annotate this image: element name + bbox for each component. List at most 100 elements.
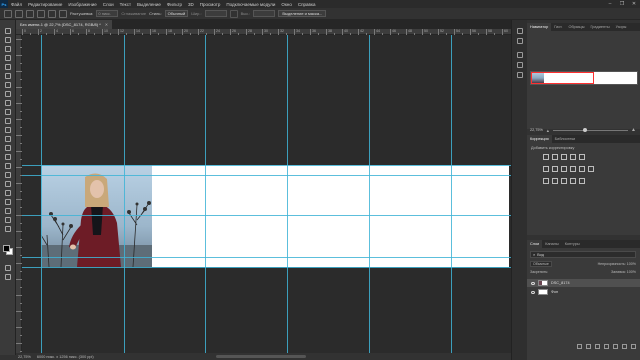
brush-tool-icon[interactable] [5,109,11,115]
lasso-tool-icon[interactable] [5,55,11,61]
delete-layer-icon[interactable] [631,344,636,349]
crop-tool-icon[interactable] [5,73,11,79]
brightness-icon[interactable] [543,154,549,160]
eyedropper-tool-icon[interactable] [5,91,11,97]
history-brush-tool-icon[interactable] [5,127,11,133]
tab-gradients[interactable]: Градиенты [587,23,612,31]
tab-histogram[interactable]: Гист. [551,23,565,31]
pen-tool-icon[interactable] [5,172,11,178]
subtract-selection-icon[interactable] [48,9,56,18]
tab-swatches[interactable]: Образцы [566,23,588,31]
photoshop-logo[interactable]: Ps [0,0,8,8]
vertical-guide[interactable] [41,35,42,353]
zoom-out-icon[interactable]: ▲ [546,128,550,133]
zoom-in-icon[interactable]: ▲ [631,127,636,133]
character-icon[interactable] [517,62,523,68]
new-adjustment-icon[interactable] [604,344,609,349]
navigator-zoom-value[interactable]: 22,75% [530,128,543,132]
invert-icon[interactable] [543,178,549,184]
menu-file[interactable]: Файл [8,2,25,7]
photo-filter-icon[interactable] [579,166,585,172]
new-group-icon[interactable] [613,344,618,349]
gradient-map-icon[interactable] [579,178,585,184]
dodge-tool-icon[interactable] [5,163,11,169]
fill-value[interactable]: 100% [627,270,636,274]
close-window-button[interactable]: ✕ [628,0,640,8]
horizontal-guide[interactable] [22,165,511,166]
intersect-selection-icon[interactable] [59,9,67,18]
clone-stamp-tool-icon[interactable] [5,118,11,124]
foreground-color-swatch[interactable] [3,245,10,252]
menu-help[interactable]: Справка [295,2,319,7]
swap-icon[interactable] [229,9,238,18]
menu-plugins[interactable]: Подключаемые модули [223,2,278,7]
navigator-view-box[interactable] [531,72,594,84]
eraser-tool-icon[interactable] [5,136,11,142]
posterize-icon[interactable] [552,178,558,184]
menu-3d[interactable]: 3D [185,2,197,7]
path-selection-tool-icon[interactable] [5,190,11,196]
healing-brush-tool-icon[interactable] [5,100,11,106]
vertical-guide[interactable] [287,35,288,353]
zoom-slider[interactable] [552,127,629,132]
gradient-tool-icon[interactable] [5,145,11,151]
navigator-preview[interactable] [530,71,638,85]
home-icon[interactable] [4,9,12,18]
history-icon[interactable] [517,28,523,34]
document-tab[interactable]: Без имени-1 @ 22,7% (DSC_8174, RGB/8) * … [16,20,113,29]
layer-style-icon[interactable] [586,344,591,349]
menu-edit[interactable]: Редактирование [25,2,65,7]
more-tools-icon[interactable] [5,226,11,232]
feather-input[interactable]: 0 пикс. [96,10,119,17]
screen-mode-icon[interactable] [5,274,11,280]
menu-filter[interactable]: Фильтр [164,2,185,7]
vertical-guide[interactable] [369,35,370,353]
tab-channels[interactable]: Каналы [542,240,561,248]
vertical-guide[interactable] [205,35,206,353]
exposure-icon[interactable] [570,154,576,160]
vibrance-icon[interactable] [543,166,549,172]
minimize-button[interactable]: – [604,0,616,8]
black-white-icon[interactable] [570,166,576,172]
rectangle-tool-icon[interactable] [5,199,11,205]
menu-image[interactable]: Изображение [65,2,99,7]
marquee-tool-icon[interactable] [5,46,11,52]
vertical-guide[interactable] [124,35,125,353]
hand-tool-icon[interactable] [5,208,11,214]
properties-icon[interactable] [517,38,523,44]
gradient-map-triangle-icon[interactable] [579,154,585,160]
artboard-tool-icon[interactable] [5,37,11,43]
status-zoom[interactable]: 22,75% [18,355,31,359]
magic-wand-tool-icon[interactable] [5,64,11,70]
threshold-icon[interactable] [561,178,567,184]
height-input[interactable] [253,10,276,17]
blur-tool-icon[interactable] [5,154,11,160]
brush-settings-icon[interactable] [517,52,523,58]
new-selection-icon[interactable] [26,9,34,18]
quick-mask-icon[interactable] [5,265,11,271]
menu-view[interactable]: Просмотр [197,2,224,7]
channel-mixer-icon[interactable] [588,166,594,172]
photo-layer-image[interactable] [41,165,152,267]
restore-button[interactable]: ❐ [616,0,628,8]
move-tool-icon[interactable] [5,28,11,34]
layer-row[interactable]: Фон [527,288,640,296]
width-input[interactable] [204,10,227,17]
horizontal-guide[interactable] [22,215,511,216]
add-mask-icon[interactable] [595,344,600,349]
type-tool-icon[interactable] [5,181,11,187]
status-doc-size[interactable]: 6000 пикс. x 1256 пикс. (300 ppi) [37,355,94,359]
tab-libraries[interactable]: Библиотеки [552,135,579,143]
document-canvas[interactable] [41,165,509,267]
paragraph-icon[interactable] [517,72,523,78]
horizontal-guide[interactable] [22,267,511,268]
opacity-value[interactable]: 100% [627,262,636,266]
add-selection-icon[interactable] [37,9,45,18]
vertical-guide[interactable] [451,35,452,353]
menu-layers[interactable]: Слои [100,2,117,7]
new-layer-icon[interactable] [622,344,627,349]
visibility-eye-icon[interactable] [531,290,535,294]
tab-adjustments[interactable]: Коррекция [527,135,552,143]
horizontal-guide[interactable] [22,257,511,258]
horizontal-scrollbar[interactable] [216,355,306,358]
